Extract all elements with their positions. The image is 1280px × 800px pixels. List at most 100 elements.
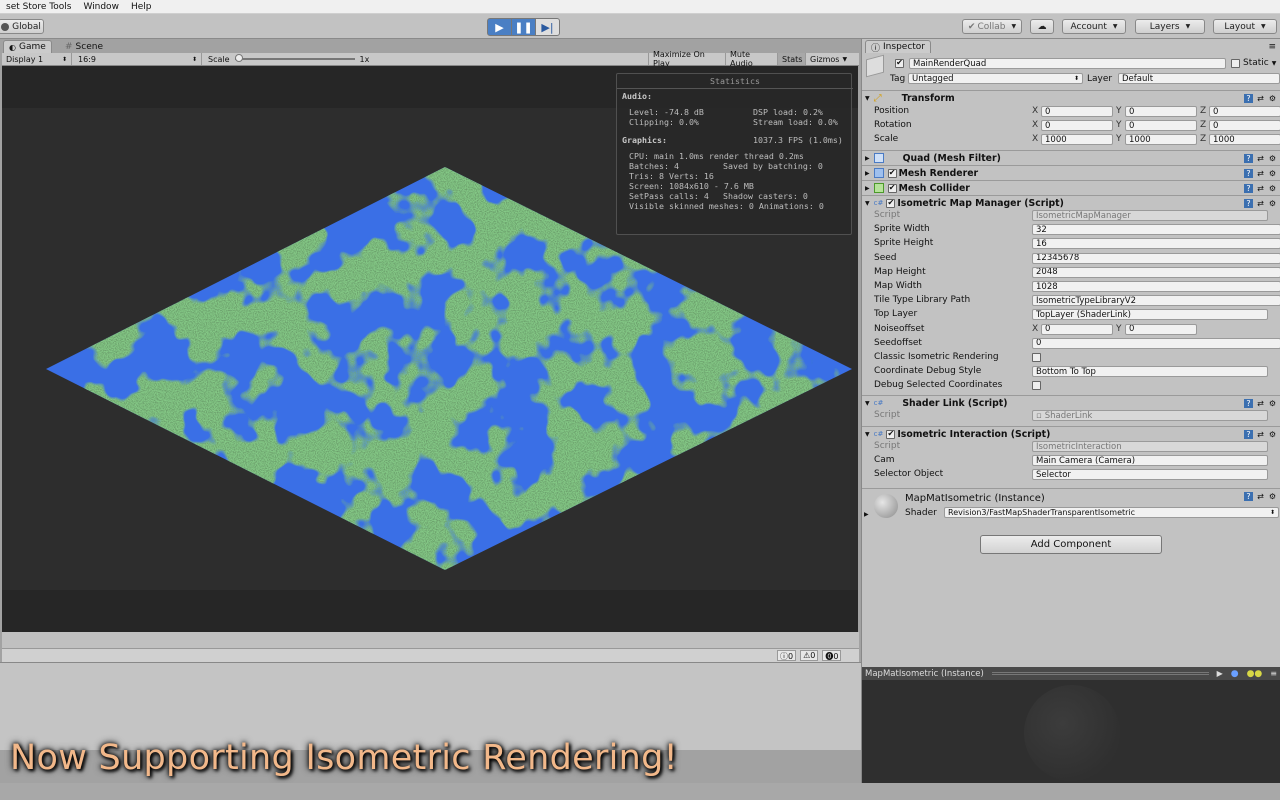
interaction-header[interactable]: ▼ c# ✔ Isometric Interaction (Script) ? ⇄… xyxy=(862,426,1280,441)
shader-link-header[interactable]: ▼ c# Shader Link (Script) ? ⇄ ⚙ xyxy=(862,395,1280,410)
menu-asset-store-tools[interactable]: set Store Tools xyxy=(0,2,77,12)
shader-value: Revision3/FastMapShaderTransparentIsomet… xyxy=(948,508,1136,517)
expand-arrow-icon: ▼ xyxy=(865,430,870,438)
field-value[interactable]: 32 xyxy=(1032,224,1280,236)
position-z-field[interactable]: 0 xyxy=(1209,106,1280,117)
expand-arrow-icon: ▼ xyxy=(865,199,870,207)
map-manager-title: Isometric Map Manager (Script) xyxy=(897,197,1064,209)
map-manager-header[interactable]: ▼ c# ✔ Isometric Map Manager (Script) ? ⇄… xyxy=(862,195,1280,210)
static-toggle[interactable]: Static ▼ xyxy=(1231,58,1276,68)
interaction-row: Script IsometricInteraction xyxy=(862,441,1280,454)
tag-label: Tag xyxy=(890,74,906,84)
status-bar xyxy=(0,783,1280,800)
field-checkbox[interactable] xyxy=(1032,381,1041,391)
field-value[interactable]: 16 xyxy=(1032,238,1280,250)
field-checkbox[interactable] xyxy=(1032,353,1041,362)
position-x-field[interactable]: 0 xyxy=(1041,106,1113,117)
rotation-z-field[interactable]: 0 xyxy=(1209,120,1280,131)
batches-readout: Batches: 4 xyxy=(629,161,679,171)
material-title: MapMatIsometric (Instance) xyxy=(905,493,1045,504)
tab-inspector[interactable]: ⓘ Inspector xyxy=(865,40,931,54)
step-button[interactable]: ▶| xyxy=(535,18,560,36)
screen-readout: Screen: 1084x610 - 7.6 MB xyxy=(629,181,754,191)
mesh-renderer-header[interactable]: ▶ ✔ Mesh Renderer ? ⇄ ⚙ xyxy=(862,165,1280,180)
menu-window[interactable]: Window xyxy=(77,2,125,12)
menu-icon[interactable]: ≡ xyxy=(1270,669,1277,678)
scale-row: Scale X 1000 Y 1000 Z 1000 xyxy=(862,134,1280,148)
menu-help[interactable]: Help xyxy=(125,2,158,12)
mesh-filter-icon xyxy=(873,153,884,163)
noiseoffset-y-field[interactable]: 0 xyxy=(1125,323,1197,335)
scale-x-field[interactable]: 1000 xyxy=(1041,134,1113,145)
play-button[interactable]: ▶ xyxy=(487,18,512,36)
field-value[interactable]: Selector xyxy=(1032,469,1268,481)
inspector-panel: ⓘ Inspector ≡ ✔ MainRenderQuad Static ▼ Ta… xyxy=(861,39,1280,667)
map-manager-enabled-checkbox[interactable]: ✔ xyxy=(886,198,896,208)
chevron-down-icon: ▼ xyxy=(1185,23,1191,30)
scale-slider-thumb[interactable] xyxy=(234,54,243,62)
transform-header[interactable]: ▼ ⤢ Transform ? ⇄ ⚙ xyxy=(862,90,1280,105)
cloud-button[interactable]: ☁ xyxy=(1030,19,1054,34)
active-checkbox[interactable]: ✔ xyxy=(895,58,904,68)
field-value[interactable]: TopLayer (ShaderLink) xyxy=(1032,309,1268,321)
z-label: Z xyxy=(1200,120,1207,130)
info-count[interactable]: ⓘ0 xyxy=(777,650,797,661)
mesh-collider-header[interactable]: ▶ ✔ Mesh Collider ? ⇄ ⚙ xyxy=(862,180,1280,195)
position-y-field[interactable]: 0 xyxy=(1125,106,1197,117)
sphere-icon[interactable]: ● xyxy=(1231,669,1239,679)
interaction-enabled-checkbox[interactable]: ✔ xyxy=(886,429,896,439)
collab-dropdown[interactable]: ✔ Collab ▼ xyxy=(962,19,1022,34)
gizmos-dropdown[interactable]: Gizmos ▼ xyxy=(806,53,859,65)
tab-scene[interactable]: # Scene xyxy=(60,40,108,53)
scale-label: Scale xyxy=(874,134,899,144)
position-label: Position xyxy=(874,106,910,116)
material-header[interactable]: ▶ MapMatIsometric (Instance) Shader Revi… xyxy=(862,488,1280,523)
field-value[interactable]: 2048 xyxy=(1032,266,1280,278)
stats-toggle[interactable]: Stats xyxy=(778,53,806,65)
play-icon[interactable]: ▶ xyxy=(1217,669,1223,678)
rotation-x-field[interactable]: 0 xyxy=(1041,120,1113,131)
warning-count[interactable]: ⚠0 xyxy=(800,650,819,661)
panel-menu-icon[interactable]: ≡ xyxy=(1268,42,1276,52)
account-dropdown[interactable]: Account ▼ xyxy=(1062,19,1126,34)
shader-link-script-row: Script ▫ ShaderLink xyxy=(862,410,1280,423)
maximize-on-play-toggle[interactable]: Maximize On Play xyxy=(648,50,726,68)
layer-dropdown[interactable]: Default xyxy=(1118,73,1280,84)
field-value[interactable]: 1028 xyxy=(1032,281,1280,292)
error-count[interactable]: ⓿0 xyxy=(822,650,842,661)
mesh-collider-enabled-checkbox[interactable]: ✔ xyxy=(887,183,897,193)
scale-y-field[interactable]: 1000 xyxy=(1125,134,1197,145)
tab-game[interactable]: ◐ Game xyxy=(3,40,52,53)
mute-audio-toggle[interactable]: Mute Audio xyxy=(726,50,778,68)
mesh-filter-header[interactable]: ▶ Quad (Mesh Filter) ? ⇄ ⚙ xyxy=(862,150,1280,165)
light-icon[interactable]: ●● xyxy=(1247,669,1263,679)
rotation-label: Rotation xyxy=(874,120,912,130)
y-label: Y xyxy=(1116,323,1122,334)
noiseoffset-x-field[interactable]: 0 xyxy=(1041,323,1113,335)
field-value[interactable]: IsometricTypeLibraryV2 xyxy=(1032,295,1280,307)
drag-handle[interactable] xyxy=(991,672,1209,675)
field-value[interactable]: 12345678 xyxy=(1032,252,1280,264)
cpu-readout: CPU: main 1.0ms render thread 0.2ms xyxy=(629,151,804,161)
field-value[interactable]: Main Camera (Camera) xyxy=(1032,455,1268,467)
shader-dropdown[interactable]: Revision3/FastMapShaderTransparentIsomet… xyxy=(944,507,1279,518)
object-name-input[interactable]: MainRenderQuad xyxy=(909,58,1226,69)
pause-button[interactable]: ❚❚ xyxy=(511,18,536,36)
display-dropdown[interactable]: Display 1 ⬍ xyxy=(2,53,72,65)
scale-slider-track[interactable] xyxy=(234,54,355,62)
field-value[interactable]: 0 xyxy=(1032,337,1280,349)
debug-style-dropdown[interactable]: Bottom To Top xyxy=(1032,366,1268,378)
add-component-button[interactable]: Add Component xyxy=(980,535,1162,554)
mesh-renderer-title: Mesh Renderer xyxy=(898,167,979,179)
mesh-renderer-enabled-checkbox[interactable]: ✔ xyxy=(887,168,897,178)
layout-dropdown[interactable]: Layout ▼ xyxy=(1213,19,1277,34)
aspect-dropdown[interactable]: 16:9 ⬍ xyxy=(74,53,202,65)
layers-dropdown[interactable]: Layers ▼ xyxy=(1135,19,1205,34)
mesh-renderer-icon xyxy=(873,168,884,178)
rotation-y-field[interactable]: 0 xyxy=(1125,120,1197,131)
globe-icon xyxy=(1,22,10,31)
tag-dropdown[interactable]: Untagged ⬍ xyxy=(908,73,1083,84)
scale-z-field[interactable]: 1000 xyxy=(1209,134,1280,145)
help-icon: ? xyxy=(1244,492,1253,501)
global-toggle[interactable]: Global xyxy=(0,19,44,34)
